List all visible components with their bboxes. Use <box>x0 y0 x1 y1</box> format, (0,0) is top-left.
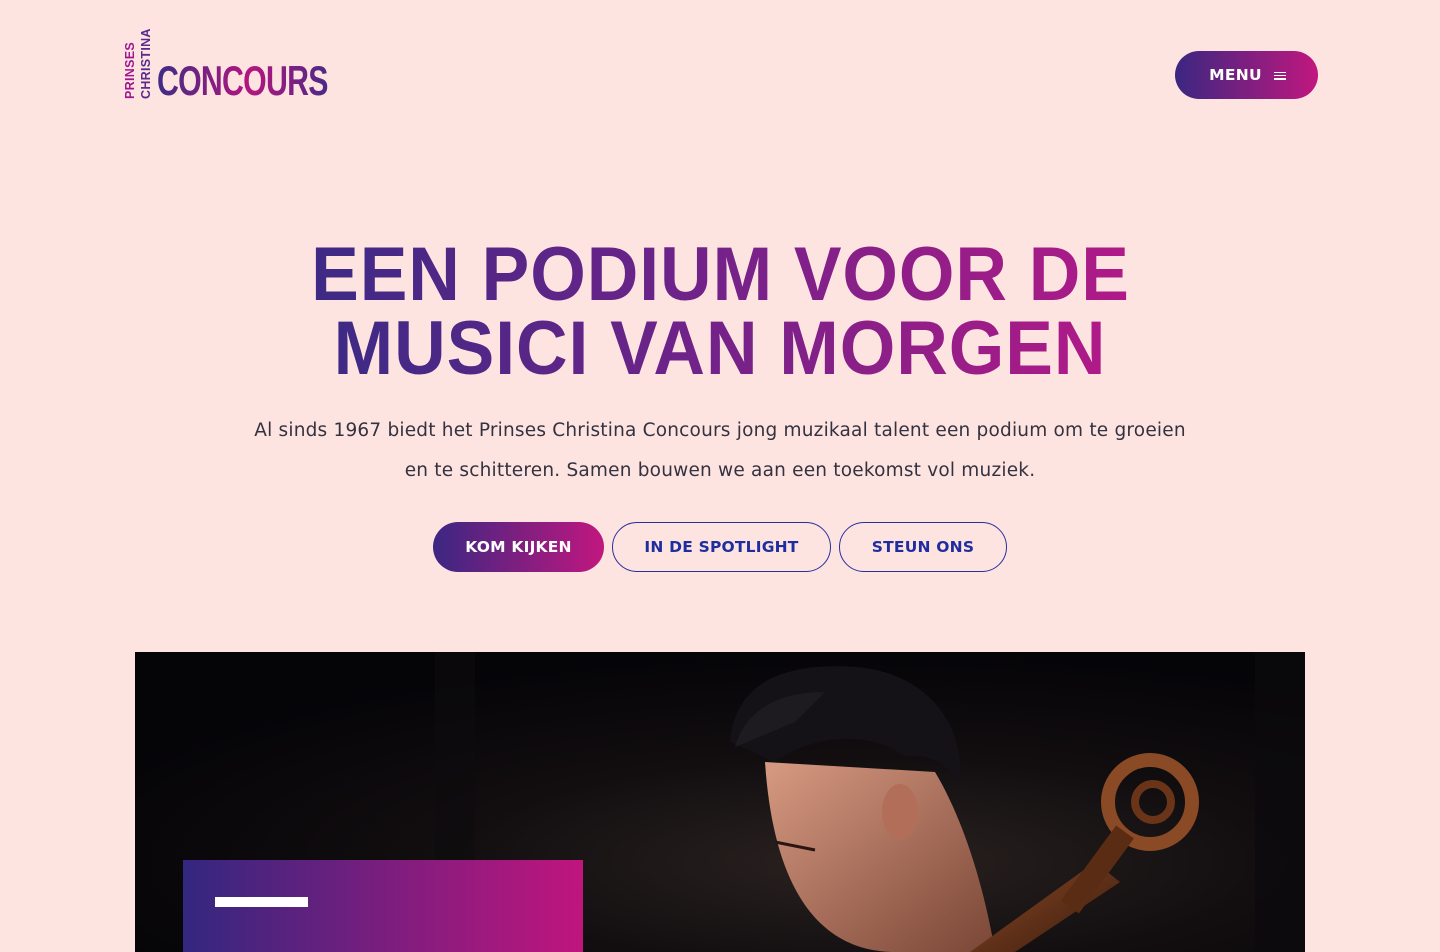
hero-title-line-1: EEN PODIUM VOOR DE <box>310 232 1130 317</box>
support-button[interactable]: STEUN ONS <box>839 522 1007 572</box>
menu-label: MENU <box>1209 66 1262 84</box>
hero-image <box>135 652 1305 952</box>
spotlight-button[interactable]: IN DE SPOTLIGHT <box>612 522 831 572</box>
hero-title: EEN PODIUM VOOR DE MUSICI VAN MORGEN <box>220 232 1220 391</box>
kom-kijken-button[interactable]: KOM KIJKEN <box>433 522 604 572</box>
logo-line-christina: CHRISTINA <box>139 28 153 99</box>
featured-card[interactable] <box>183 860 583 952</box>
logo-line-prinses: PRINSES <box>123 42 137 99</box>
hero-intro: Al sinds 1967 biedt het Prinses Christin… <box>254 420 1186 481</box>
logo-wordmark: CONCOURS <box>157 57 328 104</box>
hamburger-icon <box>1273 71 1286 80</box>
menu-button[interactable]: MENU <box>1175 51 1318 99</box>
hero-title-line-2: MUSICI VAN MORGEN <box>333 306 1107 391</box>
card-tag <box>215 897 308 907</box>
logo[interactable]: PRINSES CHRISTINA CONCOURS <box>123 28 328 101</box>
logo-vertical-text: PRINSES CHRISTINA <box>123 28 157 99</box>
